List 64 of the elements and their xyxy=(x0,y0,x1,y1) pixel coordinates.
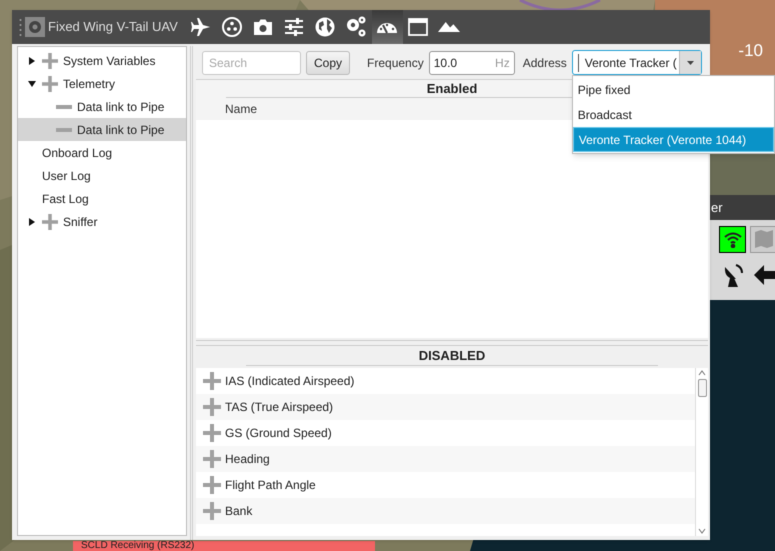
status-text: SCLD Receiving (RS232) xyxy=(81,541,194,551)
tree-item[interactable]: Onboard Log xyxy=(18,141,186,164)
scroll-up-icon[interactable] xyxy=(698,370,706,376)
plus-icon xyxy=(42,76,58,92)
toolbar-button[interactable] xyxy=(372,10,403,44)
globe-icon xyxy=(313,15,338,39)
tree-item[interactable]: Data link to Pipe xyxy=(18,95,186,118)
map-icon xyxy=(754,230,774,248)
plus-icon xyxy=(203,502,221,520)
plus-icon xyxy=(203,450,221,468)
dropdown-option[interactable]: Broadcast xyxy=(572,102,774,127)
row-label: Heading xyxy=(225,451,270,468)
row-label: Flight Path Angle xyxy=(225,477,316,494)
circle-dots-icon xyxy=(220,15,244,39)
frequency-label: Frequency xyxy=(367,54,424,72)
arrow-left-icon[interactable] xyxy=(754,265,775,285)
plus-icon xyxy=(203,476,221,494)
caret-right-icon[interactable] xyxy=(28,56,36,64)
caret-down-icon xyxy=(686,60,694,64)
scrollbar[interactable] xyxy=(695,368,708,536)
window-title: Fixed Wing V-Tail UAV xyxy=(48,18,178,36)
tree-item[interactable]: User Log xyxy=(18,164,186,187)
satellite-dish-icon[interactable] xyxy=(722,261,746,289)
dropdown-option[interactable]: Pipe fixed xyxy=(572,77,774,102)
tree-item[interactable]: Fast Log xyxy=(18,187,186,210)
list-row[interactable]: Heading xyxy=(196,446,695,472)
window-icon xyxy=(406,15,430,39)
grip-icon xyxy=(19,18,22,36)
wifi-icon xyxy=(722,230,742,248)
tree-item[interactable]: System Variables xyxy=(18,49,186,72)
tree-item[interactable]: Telemetry xyxy=(18,72,186,95)
address-label: Address xyxy=(522,54,567,72)
copy-button[interactable]: Copy xyxy=(306,50,350,74)
row-label: Bank xyxy=(225,503,252,520)
panel-reading: -10 xyxy=(738,40,763,62)
window-title: er xyxy=(711,198,723,217)
scroll-down-icon[interactable] xyxy=(698,528,706,534)
tree-item[interactable]: Data link to Pipe xyxy=(18,118,186,141)
caret-right-icon[interactable] xyxy=(28,218,36,226)
section-title: DISABLED xyxy=(418,346,486,365)
frequency-field[interactable]: 10.0 Hz xyxy=(428,50,515,74)
frequency-value: 10.0 xyxy=(434,54,458,72)
wifi-button[interactable] xyxy=(719,226,746,252)
scroll-thumb[interactable] xyxy=(698,379,706,397)
mountains-icon xyxy=(438,22,460,32)
section-title: Enabled xyxy=(426,80,478,98)
minus-icon xyxy=(56,128,72,132)
list-row[interactable]: Bank xyxy=(196,498,695,524)
row-label: IAS (Indicated Airspeed) xyxy=(225,373,354,390)
plus-icon xyxy=(42,214,58,230)
tree-item[interactable]: Sniffer xyxy=(18,210,186,233)
minus-icon xyxy=(56,104,72,108)
row-label: TAS (True Airspeed) xyxy=(225,399,334,416)
gears-icon xyxy=(344,15,368,39)
row-label: GS (Ground Speed) xyxy=(225,425,332,442)
plus-icon xyxy=(42,52,58,68)
caret-down-icon[interactable] xyxy=(28,80,36,88)
unit-label: Hz xyxy=(495,54,510,72)
plus-icon xyxy=(203,372,221,390)
list-row[interactable]: TAS (True Airspeed) xyxy=(196,394,695,420)
search-field[interactable]: Search xyxy=(202,50,301,74)
plus-icon xyxy=(203,398,221,416)
plus-icon xyxy=(203,424,221,442)
column-header: Name xyxy=(225,101,258,118)
